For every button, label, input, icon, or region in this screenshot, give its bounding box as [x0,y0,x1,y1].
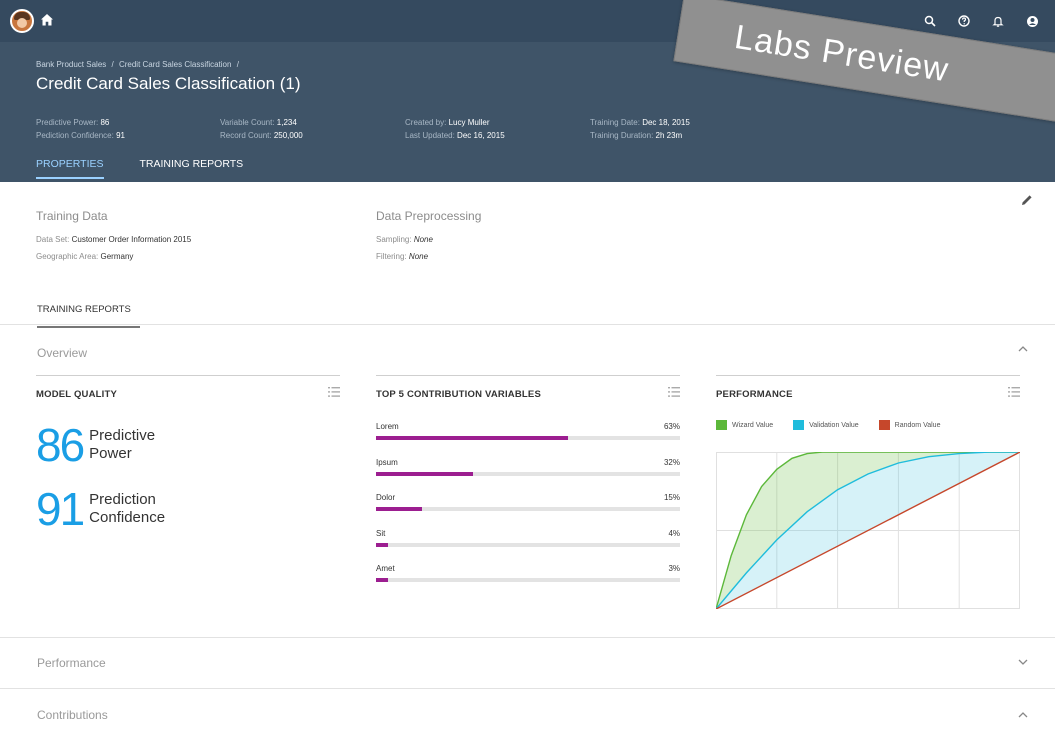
contribution-bar [376,436,568,440]
contribution-percent: 15% [663,493,680,502]
training-data-title: Training Data [36,209,108,223]
list-icon[interactable] [1008,387,1020,397]
contribution-percent: 63% [663,422,680,431]
model-quality-card: MODEL QUALITY 86 Predictive Power 91 Pre… [36,375,340,620]
contribution-percent: 4% [668,528,680,538]
contribution-row: Ipsum 32% [376,458,680,488]
legend-swatch [716,420,727,430]
legend-swatch [878,420,890,430]
edit-icon[interactable] [1020,193,1034,207]
breadcrumb: Bank Product Sales / Credit Card Sales C… [36,60,242,69]
attribute-created-by: Created by: Lucy Muller [405,118,490,127]
list-icon[interactable] [668,387,680,397]
list-icon[interactable] [328,387,340,397]
attribute-prediction-confidence: Pediction Confidence: 91 [36,131,125,140]
contribution-row: Dolor 15% [376,493,680,523]
legend-item: Random Value [878,420,941,430]
divider [0,688,1055,689]
performance-title: PERFORMANCE [716,389,793,400]
attribute-last-updated: Last Updated: Dec 16, 2015 [405,131,505,140]
attribute-record-count: Record Count: 250,000 [220,131,303,140]
panel-title-performance[interactable]: Performance [37,656,106,670]
contribution-track [376,578,680,582]
chevron-up-icon[interactable] [1016,342,1030,356]
tab-properties[interactable]: PROPERTIES [36,158,104,179]
legend-item: Validation Value [793,420,859,430]
training-data-section: Training Data Data Set: Customer Order I… [36,209,191,269]
panel-title-contributions[interactable]: Contributions [37,708,108,722]
contribution-percent: 32% [663,457,680,467]
chevron-down-icon[interactable] [1016,655,1030,669]
divider [0,324,1055,325]
property-data-set: Data Set: Customer Order Information 201… [36,235,192,244]
contribution-track [376,507,680,511]
kpi-value: 91 [36,483,85,535]
property-sampling: Sampling: None [376,235,433,244]
performance-chart [716,452,1020,609]
panel-title-overview[interactable]: Overview [37,346,87,360]
property-filtering: Filtering: None [376,252,429,261]
attribute-variable-count: Variable Count: 1,234 [220,118,297,127]
kpi-label: Predictive Power [89,427,156,462]
home-icon[interactable] [40,13,54,27]
contribution-bar [376,578,388,582]
contribution-track [376,542,680,547]
bell-icon[interactable] [989,12,1007,30]
kpi-prediction-confidence: 91 Prediction Confidence [36,486,199,532]
contribution-title: TOP 5 CONTRIBUTION VARIABLES [376,389,542,400]
contribution-row: Sit 4% [376,529,680,559]
data-preprocessing-title: Data Preprocessing [376,209,482,223]
contribution-row: Lorem 63% [376,422,680,452]
contribution-name: Amet [376,564,395,573]
legend-label: Wizard Value [732,421,774,429]
data-preprocessing-section: Data Preprocessing Sampling: None Filter… [376,209,481,269]
divider [0,637,1055,638]
kpi-label: Prediction Confidence [89,491,166,526]
tab-training-reports[interactable]: TRAINING REPORTS [140,158,244,179]
contribution-bar [376,542,389,547]
model-quality-title: MODEL QUALITY [36,389,118,400]
page-title: Credit Card Sales Classification (1) [36,74,301,93]
kpi-predictive-power: 86 Predictive Power [36,422,199,468]
attribute-training-duration: Training Duration: 2h 23m [590,131,683,140]
help-icon[interactable] [955,12,973,30]
legend-swatch [793,420,805,430]
breadcrumb-separator: / [111,60,114,69]
contribution-track [376,436,680,440]
contribution-bar [376,507,422,511]
legend-item: Wizard Value [716,420,773,430]
contribution-name: Lorem [376,422,399,431]
search-icon[interactable] [921,12,939,30]
chevron-up-icon[interactable] [1016,708,1030,722]
contribution-percent: 3% [668,564,680,573]
property-geographic-area: Geographic Area: Germany [36,252,134,261]
legend-label: Validation Value [809,421,859,429]
contribution-card: TOP 5 CONTRIBUTION VARIABLES Lorem 63% Ips… [376,375,680,620]
contribution-name: Dolor [376,493,396,502]
user-menu-icon[interactable] [1023,12,1041,30]
contribution-row: Amet 3% [376,564,680,594]
header-tab-bar: PROPERTIES TRAINING REPORTS [36,158,243,179]
breadcrumb-link[interactable]: Bank Product Sales [36,60,106,69]
attribute-training-date: Training Date: Dec 18, 2015 [590,118,690,127]
breadcrumb-link[interactable]: Credit Card Sales Classification [119,60,232,69]
chart-legend: Wizard Value Validation Value Random Value [716,420,940,430]
breadcrumb-separator: / [236,60,239,69]
attribute-predictive-power: Predictive Power: 86 [36,118,110,127]
contribution-bar [376,471,474,476]
contribution-track [376,471,680,476]
contribution-name: Ipsum [376,457,398,467]
contribution-name: Sit [376,528,386,538]
performance-card: PERFORMANCE Wizard Value Validation Value… [716,375,1020,620]
legend-label: Random Value [894,421,941,429]
avatar[interactable] [10,9,34,33]
kpi-value: 86 [36,419,85,471]
